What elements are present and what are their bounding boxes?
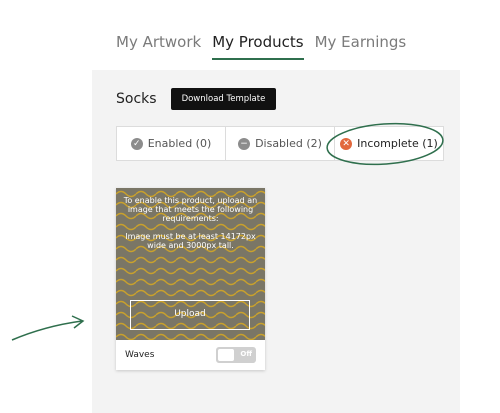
- toggle-label: Off: [240, 350, 252, 358]
- top-tabs: My Artwork My Products My Earnings: [116, 32, 417, 60]
- product-name: Socks: [116, 91, 157, 107]
- product-header: Socks Download Template: [116, 88, 277, 110]
- tab-my-earnings[interactable]: My Earnings: [315, 32, 407, 60]
- card-title: Waves: [125, 350, 155, 360]
- upload-button[interactable]: Upload: [130, 300, 250, 330]
- product-preview: To enable this product, upload an image …: [116, 188, 265, 340]
- card-footer: Waves Off: [116, 340, 265, 370]
- tab-my-products[interactable]: My Products: [212, 32, 304, 60]
- toggle-knob: [218, 349, 234, 361]
- enable-toggle[interactable]: Off: [216, 347, 256, 363]
- pointer-arrow: [11, 320, 83, 341]
- upload-requirements: To enable this product, upload an image …: [122, 196, 259, 250]
- tab-my-artwork[interactable]: My Artwork: [116, 32, 201, 60]
- status-tab-enabled[interactable]: ✓ Enabled (0): [117, 127, 225, 160]
- status-tabs: ✓ Enabled (0) − Disabled (2) ✕ Incomplet…: [116, 126, 444, 161]
- download-template-button[interactable]: Download Template: [170, 88, 277, 110]
- arrow-head: [71, 315, 85, 329]
- requirements-text: To enable this product, upload an image …: [123, 196, 258, 223]
- status-tab-disabled-label: Disabled (2): [255, 137, 322, 150]
- status-tab-incomplete[interactable]: ✕ Incomplete (1): [334, 127, 443, 160]
- status-tab-enabled-label: Enabled (0): [147, 137, 212, 150]
- status-tab-incomplete-label: Incomplete (1): [357, 137, 438, 150]
- size-requirement-text: Image must be at least 14172px wide and …: [125, 232, 256, 250]
- x-circle-icon: ✕: [340, 137, 353, 150]
- minus-circle-icon: −: [238, 137, 251, 150]
- product-card: To enable this product, upload an image …: [116, 188, 265, 370]
- status-tab-disabled[interactable]: − Disabled (2): [225, 127, 334, 160]
- check-circle-icon: ✓: [130, 137, 143, 150]
